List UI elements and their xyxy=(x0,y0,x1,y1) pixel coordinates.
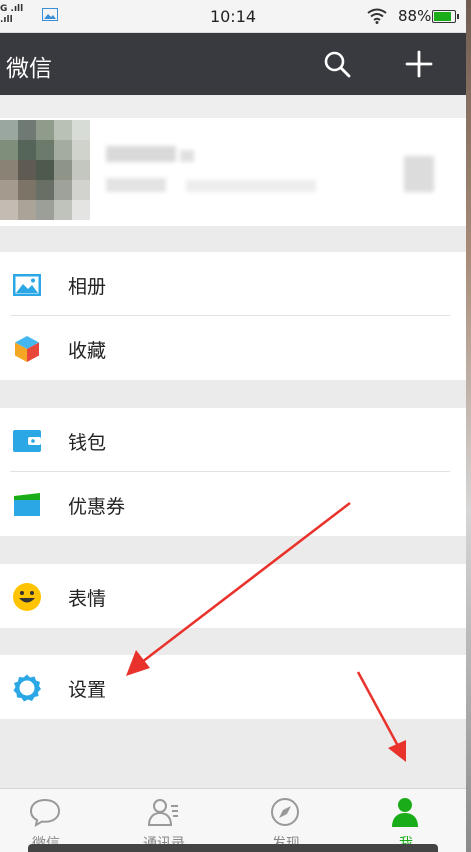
group-stickers: 表情 xyxy=(0,564,466,628)
clock: 10:14 xyxy=(209,7,257,26)
compass-icon xyxy=(271,798,299,826)
top-bar: 微信 xyxy=(0,33,466,95)
tab-contacts[interactable]: 通讯录 xyxy=(106,789,222,852)
menu-item-label: 表情 xyxy=(68,588,107,610)
avatar[interactable] xyxy=(0,120,90,220)
wallet-icon xyxy=(13,430,41,452)
menu-item-label: 收藏 xyxy=(68,340,107,362)
qrcode-icon[interactable] xyxy=(404,156,434,192)
menu-item-coupons[interactable]: 优惠券 xyxy=(0,472,466,536)
contacts-icon xyxy=(147,799,178,826)
nickname-placeholder xyxy=(106,146,176,162)
phone-screen: G .ıll .ıll 10:14 88% 微信 相册 收藏 钱包 优惠券 表情… xyxy=(0,0,466,852)
account-id-placeholder xyxy=(106,178,166,192)
menu-item-wallet[interactable]: 钱包 xyxy=(0,408,466,472)
menu-item-stickers[interactable]: 表情 xyxy=(0,564,466,628)
favorites-cube-icon xyxy=(15,336,39,362)
me-person-icon xyxy=(392,798,418,827)
tab-me[interactable]: 我 xyxy=(348,789,464,852)
window-edge xyxy=(466,0,471,852)
app-title: 微信 xyxy=(6,56,52,82)
plus-icon[interactable] xyxy=(404,49,434,79)
group-settings: 设置 xyxy=(0,655,466,719)
group-album-favorites: 相册 收藏 xyxy=(0,252,466,380)
menu-item-label: 优惠券 xyxy=(68,496,126,518)
search-icon[interactable] xyxy=(322,49,352,79)
home-indicator xyxy=(28,844,438,852)
tab-discover[interactable]: 发现 xyxy=(228,789,344,852)
status-bar: G .ıll .ıll 10:14 88% xyxy=(0,0,466,33)
top-blur-strip xyxy=(0,96,466,118)
gear-icon xyxy=(13,674,41,702)
menu-item-favorites[interactable]: 收藏 xyxy=(0,316,466,380)
profile-card[interactable] xyxy=(0,118,466,226)
account-id-placeholder-2 xyxy=(186,180,316,192)
tab-chats[interactable]: 微信 xyxy=(0,789,104,852)
battery-percent: 88% xyxy=(398,7,432,25)
smiley-face-icon xyxy=(13,583,41,611)
menu-item-label: 钱包 xyxy=(68,432,107,454)
coupon-icon xyxy=(14,493,40,516)
battery-icon xyxy=(432,10,459,23)
menu-item-settings[interactable]: 设置 xyxy=(0,655,466,719)
menu-item-album[interactable]: 相册 xyxy=(0,252,466,316)
album-icon xyxy=(13,274,41,296)
wifi-icon xyxy=(367,8,387,24)
menu-item-label: 相册 xyxy=(68,276,107,298)
menu-item-label: 设置 xyxy=(68,679,107,701)
chat-bubble-icon xyxy=(29,798,61,827)
bottom-tab-bar: 微信 通讯录 发现 我 xyxy=(0,788,466,852)
group-wallet-coupons: 钱包 优惠券 xyxy=(0,408,466,536)
nickname-placeholder-2 xyxy=(180,150,194,162)
